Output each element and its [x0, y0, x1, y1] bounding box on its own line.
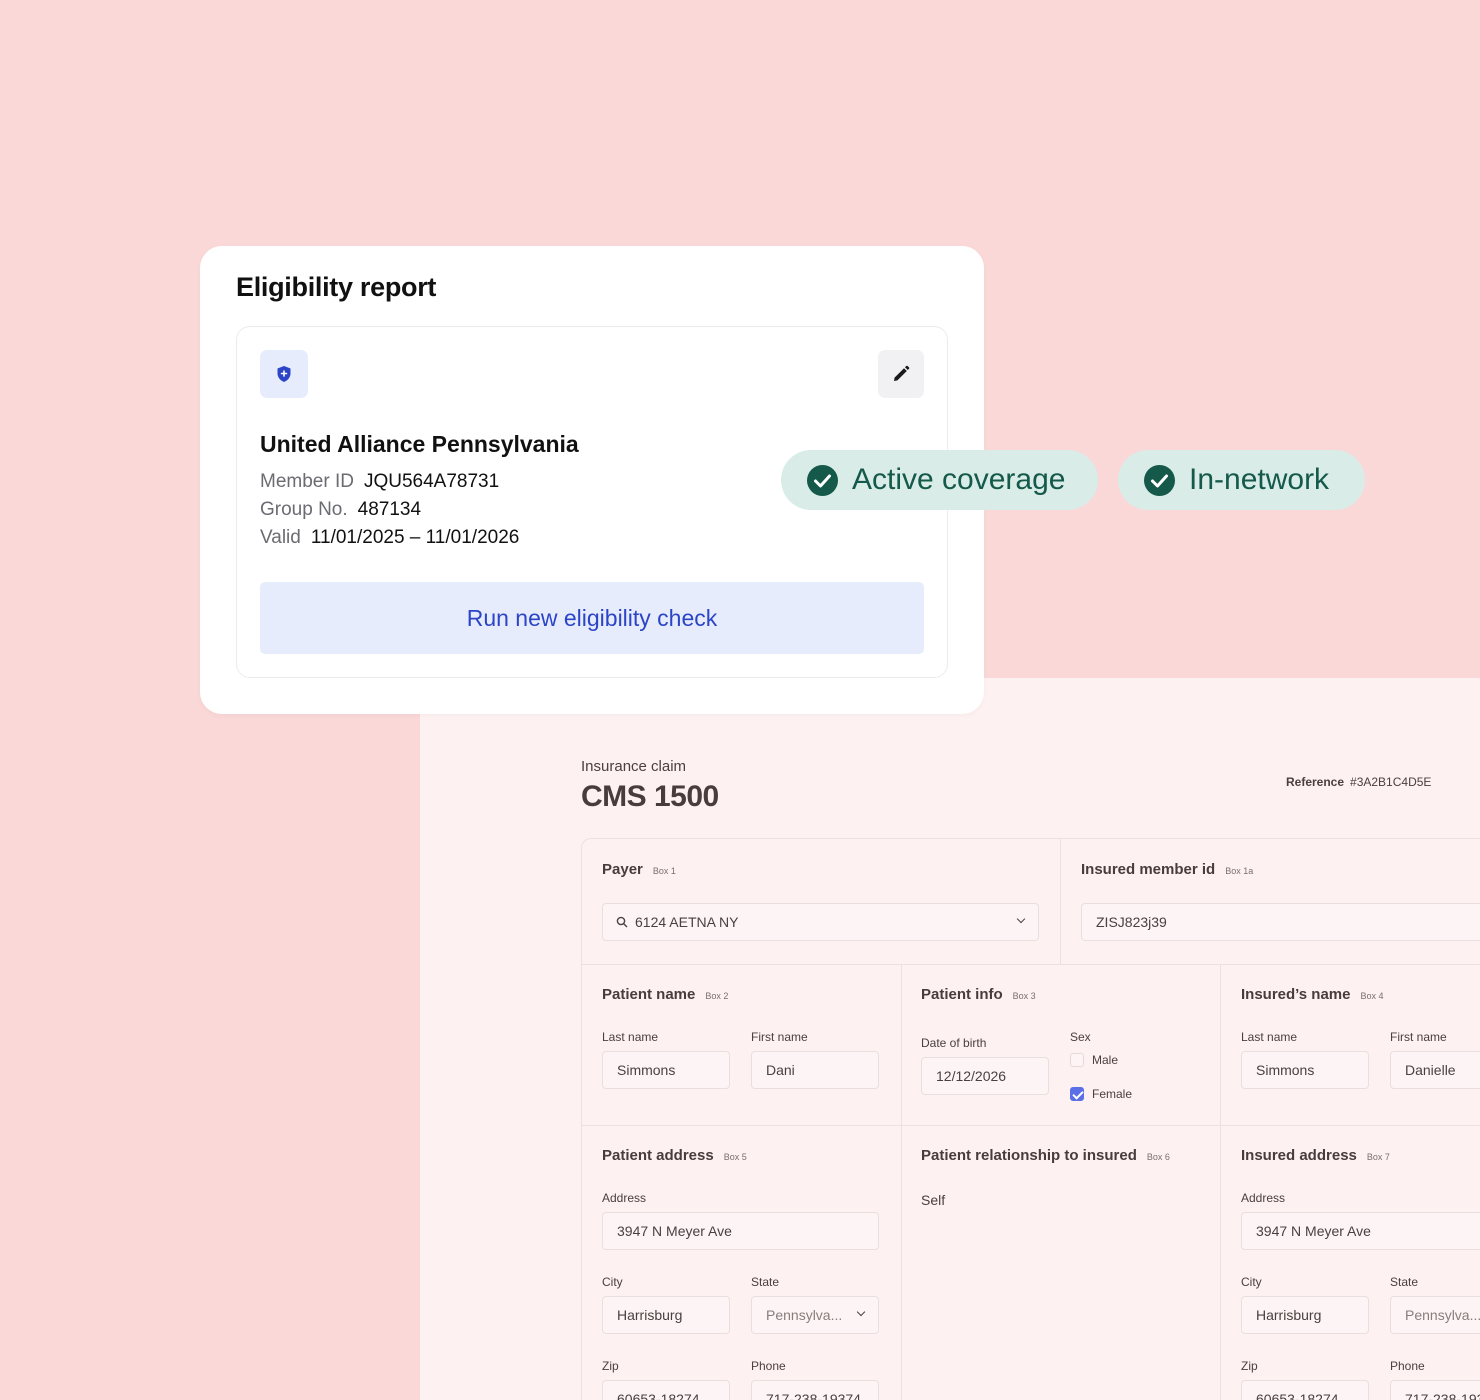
- patient-phone-field[interactable]: 717-238-19374: [751, 1380, 879, 1400]
- female-checkbox[interactable]: [1070, 1087, 1084, 1101]
- first-name-label: First name: [751, 1030, 808, 1044]
- reference-label: Reference: [1286, 775, 1345, 789]
- payer-value: 6124 AETNA NY: [635, 914, 739, 930]
- shield-plus-icon: [277, 366, 291, 382]
- divider: [1220, 964, 1221, 1400]
- box-tag: Box 4: [1360, 991, 1384, 1001]
- address-label: Address: [1241, 1191, 1286, 1205]
- box-tag: Box 7: [1366, 1152, 1390, 1162]
- chevron-down-icon: [856, 1307, 866, 1317]
- patient-zip-field[interactable]: 60653-18274: [602, 1380, 730, 1400]
- reference-value: #3A2B1C4D5E: [1350, 775, 1432, 789]
- box-tag: Box 2: [705, 991, 729, 1001]
- member-id-label: Member ID: [260, 471, 354, 492]
- patient-first-name-field[interactable]: Dani: [751, 1051, 879, 1089]
- member-id-section-title: Insured member id Box 1a: [1081, 861, 1254, 878]
- box-tag: Box 1: [652, 866, 676, 876]
- insured-address-field[interactable]: 3947 N Meyer Ave: [1241, 1212, 1480, 1250]
- insured-city-field[interactable]: Harrisburg: [1241, 1296, 1369, 1334]
- plan-name: United Alliance Pennsylvania: [260, 431, 579, 457]
- in-network-badge: In-network: [1118, 450, 1365, 510]
- divider: [582, 1125, 1480, 1126]
- divider: [901, 964, 902, 1400]
- patient-last-name-field[interactable]: Simmons: [602, 1051, 730, 1089]
- zip-label: Zip: [1241, 1359, 1258, 1373]
- search-icon: [616, 916, 628, 928]
- patient-address-field[interactable]: 3947 N Meyer Ave: [602, 1212, 879, 1250]
- valid-value: 11/01/2025 – 11/01/2026: [310, 527, 520, 548]
- phone-label: Phone: [751, 1359, 786, 1373]
- check-circle-icon: [807, 464, 838, 496]
- payer-section-title: Payer Box 1: [602, 861, 676, 878]
- active-coverage-text: Active coverage: [852, 463, 1066, 496]
- claim-reference: Reference #3A2B1C4D5E: [1286, 775, 1431, 789]
- member-id-field[interactable]: ZISJ823j39: [1081, 903, 1480, 941]
- plan-icon-box: [260, 350, 308, 398]
- active-coverage-badge: Active coverage: [781, 450, 1098, 510]
- city-label: City: [602, 1275, 623, 1289]
- claim-form-panel: Insurance claim CMS 1500 Reference #3A2B1…: [420, 678, 1480, 1400]
- box-tag: Box 1a: [1225, 866, 1254, 876]
- sex-label: Sex: [1070, 1030, 1091, 1044]
- address-label: Address: [602, 1191, 647, 1205]
- edit-button[interactable]: [878, 350, 924, 398]
- state-value: Pennsylva...: [766, 1307, 843, 1323]
- first-name-label: First name: [1390, 1030, 1447, 1044]
- patient-address-section-title: Patient address Box 5: [602, 1147, 747, 1164]
- claim-title: CMS 1500: [581, 780, 719, 813]
- member-id-row: Member ID JQU564A78731: [260, 471, 499, 493]
- relationship-section-title: Patient relationship to insured Box 6: [921, 1147, 1170, 1164]
- claim-eyebrow: Insurance claim: [581, 758, 687, 775]
- zip-label: Zip: [602, 1359, 619, 1373]
- box-tag: Box 6: [1146, 1152, 1170, 1162]
- divider: [1060, 839, 1061, 964]
- chevron-down-icon: [1016, 914, 1026, 924]
- box-tag: Box 5: [723, 1152, 747, 1162]
- state-label: State: [751, 1275, 780, 1289]
- run-eligibility-check-button[interactable]: Run new eligibility check: [260, 582, 924, 654]
- valid-label: Valid: [260, 527, 301, 548]
- group-row: Group No. 487134: [260, 499, 421, 521]
- insured-first-name-field[interactable]: Danielle: [1390, 1051, 1480, 1089]
- city-label: City: [1241, 1275, 1262, 1289]
- male-checkbox[interactable]: [1070, 1053, 1084, 1067]
- pencil-icon: [894, 365, 910, 381]
- state-label: State: [1390, 1275, 1419, 1289]
- group-label: Group No.: [260, 499, 348, 520]
- insured-state-select[interactable]: Pennsylva...: [1390, 1296, 1480, 1334]
- check-circle-icon: [1144, 464, 1175, 496]
- last-name-label: Last name: [602, 1030, 659, 1044]
- eligibility-title: Eligibility report: [236, 272, 437, 302]
- valid-row: Valid 11/01/2025 – 11/01/2026: [260, 527, 519, 549]
- box-tag: Box 3: [1012, 991, 1036, 1001]
- dob-field[interactable]: 12/12/2026: [921, 1057, 1049, 1095]
- insured-phone-field[interactable]: 717-238-19374: [1390, 1380, 1480, 1400]
- dob-label: Date of birth: [921, 1036, 987, 1050]
- patient-state-select[interactable]: Pennsylva...: [751, 1296, 879, 1334]
- last-name-label: Last name: [1241, 1030, 1298, 1044]
- patient-city-field[interactable]: Harrisburg: [602, 1296, 730, 1334]
- member-id-value: JQU564A78731: [363, 471, 500, 492]
- payer-select[interactable]: 6124 AETNA NY: [602, 903, 1039, 941]
- male-label: Male: [1092, 1053, 1119, 1067]
- group-value: 487134: [357, 499, 422, 520]
- claim-grid: Payer Box 1 6124 AETNA NY Insured member …: [581, 838, 1480, 1400]
- divider: [582, 964, 1480, 965]
- phone-label: Phone: [1390, 1359, 1425, 1373]
- patient-info-section-title: Patient info Box 3: [921, 986, 1036, 1003]
- female-label: Female: [1092, 1087, 1133, 1101]
- in-network-text: In-network: [1189, 463, 1330, 496]
- insured-address-section-title: Insured address Box 7: [1241, 1147, 1390, 1164]
- insured-zip-field[interactable]: 60653-18274: [1241, 1380, 1369, 1400]
- patient-name-section-title: Patient name Box 2: [602, 986, 729, 1003]
- insured-last-name-field[interactable]: Simmons: [1241, 1051, 1369, 1089]
- relationship-value: Self: [921, 1192, 946, 1208]
- insured-name-section-title: Insured’s name Box 4: [1241, 986, 1384, 1003]
